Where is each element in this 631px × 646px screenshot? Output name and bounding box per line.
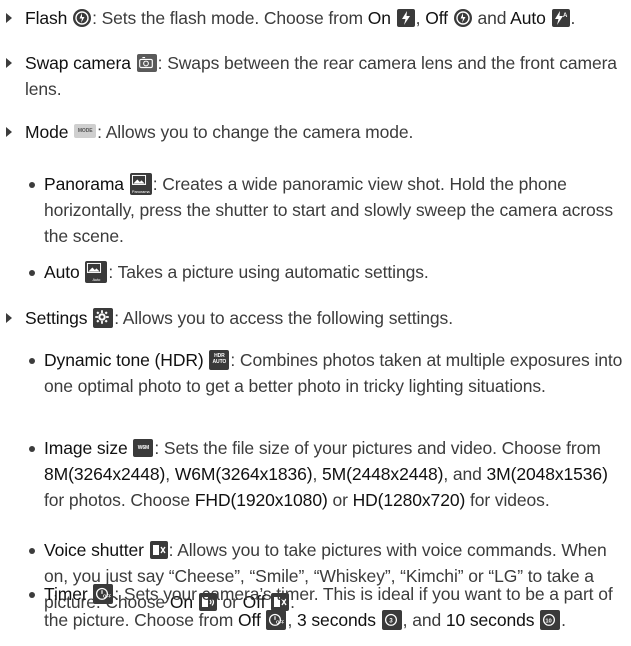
- bullet-dot: [29, 358, 35, 364]
- timer-icon: OFF: [93, 584, 114, 604]
- bullet-dot: [29, 548, 35, 554]
- voice-term: Voice shutter: [44, 540, 144, 560]
- gear-icon: [93, 308, 114, 328]
- mode-item: Mode MODE : Allows you to change the came…: [25, 119, 625, 145]
- auto-icon-label: Auto: [92, 277, 101, 282]
- flash-off-label: Off: [425, 8, 448, 28]
- bullet-triangle: [6, 13, 12, 23]
- mode-desc: : Allows you to change the camera mode.: [97, 122, 414, 142]
- svg-text:3: 3: [389, 618, 393, 625]
- flash-on-label: On: [367, 8, 391, 28]
- flash-and: and: [477, 8, 507, 28]
- sep: for videos.: [465, 490, 550, 510]
- settings-desc: : Allows you to access the following set…: [114, 308, 453, 328]
- settings-term: Settings: [25, 308, 88, 328]
- timer-10s-icon: 10: [540, 610, 561, 630]
- sep: for photos. Choose: [44, 490, 195, 510]
- image-size-item: Image size W6M : Sets the file size of yo…: [44, 435, 629, 513]
- timer-3-label: 3 seconds: [297, 610, 376, 630]
- timer-3s-icon: 3: [381, 610, 402, 630]
- svg-text:A: A: [563, 13, 568, 19]
- swap-camera-icon: [136, 54, 157, 72]
- size-option: HD(1280x720): [352, 490, 466, 510]
- flash-desc: : Sets the flash mode. Choose from: [92, 8, 368, 28]
- bullet-dot: [29, 182, 35, 188]
- size-option: 5M(2448x2448): [322, 464, 444, 484]
- timer-off-icon: OFF: [266, 610, 287, 630]
- auto-desc: : Takes a picture using automatic settin…: [108, 262, 429, 282]
- panorama-term: Panorama: [44, 174, 124, 194]
- hdr-item: Dynamic tone (HDR) HDR AUTO: Combines ph…: [44, 347, 629, 399]
- sep: ,: [165, 464, 175, 484]
- sep: ,: [312, 464, 323, 484]
- flash-on-icon: [396, 9, 415, 27]
- panorama-item: Panorama Panorama: Creates a wide panora…: [44, 171, 629, 249]
- sep: , and: [443, 464, 487, 484]
- flash-mode-icon: [73, 9, 92, 27]
- image-size-icon-label: W6M: [137, 445, 150, 451]
- sep: ,: [287, 610, 298, 630]
- timer-10-label: 10 seconds: [445, 610, 535, 630]
- panorama-icon: Panorama: [129, 173, 152, 195]
- sep: , and: [402, 610, 446, 630]
- settings-item: Settings : Allows you to access the foll…: [25, 305, 625, 331]
- size-option: W6M(3264x1836): [174, 464, 313, 484]
- bullet-dot: [29, 446, 35, 452]
- mode-icon: MODE: [74, 124, 97, 138]
- manual-page: Flash : Sets the flash mode. Choose from…: [0, 0, 631, 646]
- bullet-dot: [29, 270, 35, 276]
- swap-camera-item: Swap camera : Swaps between the rear cam…: [25, 50, 625, 102]
- svg-text:OFF: OFF: [276, 620, 284, 625]
- size-option: 3M(2048x1536): [486, 464, 608, 484]
- auto-term: Auto: [44, 262, 80, 282]
- bullet-triangle: [6, 58, 12, 68]
- voice-shutter-icon: [149, 541, 168, 559]
- image-size-icon: W6M: [133, 439, 154, 457]
- hdr-icon-label: HDR AUTO: [212, 353, 227, 365]
- bullet-triangle: [6, 127, 12, 137]
- flash-auto-icon: A: [551, 9, 570, 27]
- auto-mode-icon: Auto: [85, 261, 108, 283]
- flash-end: .: [570, 8, 576, 28]
- bullet-dot: [29, 592, 35, 598]
- timer-item: Timer OFF: Sets your camera’s timer. Thi…: [44, 581, 629, 633]
- timer-end: .: [561, 610, 566, 630]
- sep: or: [327, 490, 353, 510]
- flash-term: Flash: [25, 8, 68, 28]
- mode-icon-label: MODE: [77, 128, 93, 134]
- svg-text:10: 10: [546, 619, 553, 625]
- svg-text:OFF: OFF: [103, 594, 111, 599]
- timer-term: Timer: [44, 584, 88, 604]
- image-size-term: Image size: [44, 438, 128, 458]
- flash-off-icon: [453, 9, 472, 27]
- hdr-term: Dynamic tone (HDR): [44, 350, 204, 370]
- swap-term: Swap camera: [25, 53, 131, 73]
- auto-item: Auto Auto : Takes a picture using automat…: [44, 259, 629, 285]
- size-option: 8M(3264x2448): [44, 464, 166, 484]
- mode-term: Mode: [25, 122, 69, 142]
- bullet-triangle: [6, 313, 12, 323]
- image-size-desc: : Sets the file size of your pictures an…: [154, 438, 601, 458]
- flash-auto-label: Auto: [510, 8, 546, 28]
- timer-off-label: Off: [237, 610, 261, 630]
- panorama-icon-label: Panorama: [131, 189, 150, 194]
- hdr-icon: HDR AUTO: [209, 350, 230, 370]
- flash-item: Flash : Sets the flash mode. Choose from…: [25, 8, 576, 28]
- size-option: FHD(1920x1080): [194, 490, 328, 510]
